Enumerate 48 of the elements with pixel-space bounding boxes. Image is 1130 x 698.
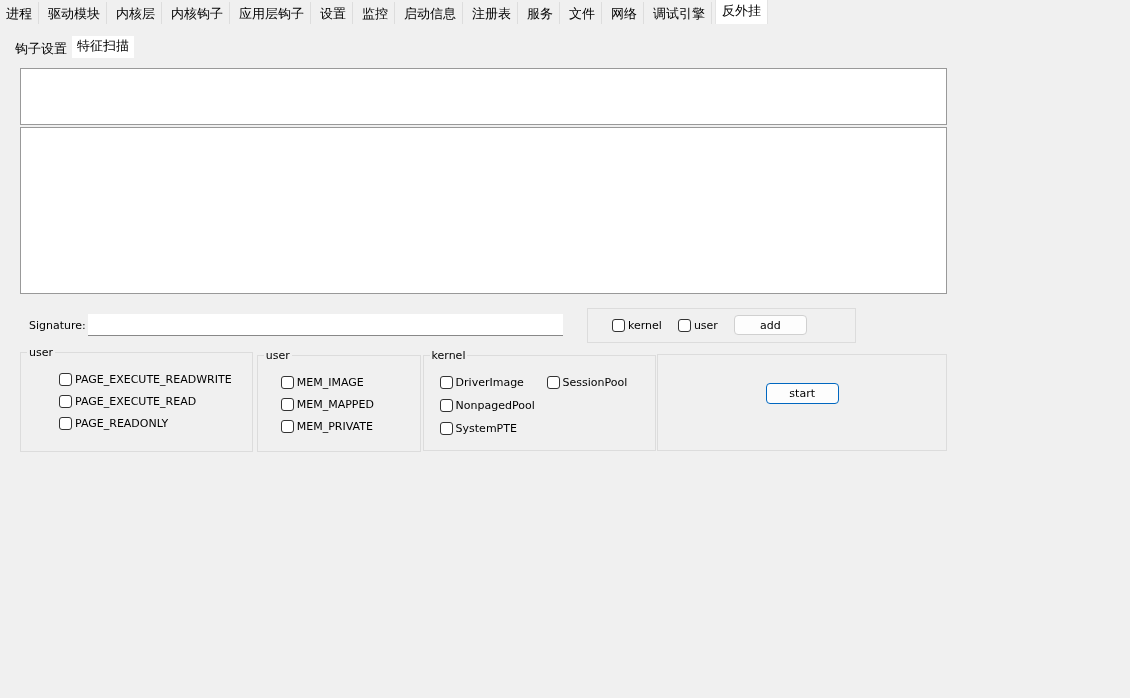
tab[interactable]: 进程: [0, 2, 39, 24]
start-button[interactable]: start: [765, 383, 839, 404]
tab[interactable]: 内核钩子: [165, 2, 230, 24]
checkbox[interactable]: [59, 372, 72, 386]
checkbox[interactable]: [439, 398, 453, 412]
checkbox-label[interactable]: SystemPTE: [455, 421, 517, 435]
tab[interactable]: 网络: [605, 2, 644, 24]
tab[interactable]: 反外挂: [715, 0, 768, 24]
checkbox-label[interactable]: MEM_IMAGE: [296, 375, 364, 389]
checkbox[interactable]: [677, 318, 691, 332]
checkbox-label[interactable]: user: [693, 318, 718, 332]
checkbox[interactable]: [439, 375, 453, 389]
text-area[interactable]: [20, 68, 947, 125]
field-label: Signature:: [29, 318, 87, 332]
checkbox-label[interactable]: DriverImage: [455, 375, 524, 389]
tab[interactable]: 驱动模块: [42, 2, 107, 24]
tab[interactable]: 注册表: [466, 2, 518, 24]
checkbox-label[interactable]: NonpagedPool: [455, 398, 535, 412]
checkbox[interactable]: [59, 394, 72, 408]
checkbox[interactable]: [280, 375, 294, 389]
tab[interactable]: 特征扫描: [72, 36, 134, 58]
checkbox-label[interactable]: PAGE_READONLY: [75, 416, 169, 430]
checkbox[interactable]: [612, 318, 625, 332]
tab[interactable]: 监控: [356, 2, 395, 24]
group-title: user: [28, 346, 54, 359]
checkbox[interactable]: [439, 421, 453, 435]
checkbox[interactable]: [59, 416, 72, 430]
checkbox-label[interactable]: MEM_MAPPED: [296, 397, 374, 411]
checkbox[interactable]: [280, 397, 294, 411]
tab[interactable]: 应用层钩子: [233, 2, 311, 24]
signature-field[interactable]: [88, 314, 563, 336]
tab[interactable]: 钩子设置: [10, 38, 72, 58]
checkbox-label[interactable]: PAGE_EXECUTE_READWRITE: [75, 372, 232, 386]
checkbox[interactable]: [546, 375, 560, 389]
tab[interactable]: 调试引擎: [647, 2, 712, 24]
group-title: user: [264, 349, 291, 362]
tab[interactable]: 文件: [563, 2, 602, 24]
checkbox-label[interactable]: MEM_PRIVATE: [296, 419, 373, 433]
checkbox-label[interactable]: SessionPool: [562, 375, 628, 389]
add-button[interactable]: add: [733, 315, 807, 335]
tab[interactable]: 服务: [521, 2, 560, 24]
checkbox-label[interactable]: PAGE_EXECUTE_READ: [75, 394, 197, 408]
tab[interactable]: 内核层: [110, 2, 162, 24]
checkbox[interactable]: [280, 419, 294, 433]
group-title: kernel: [430, 349, 467, 362]
tab[interactable]: 启动信息: [398, 2, 463, 24]
checkbox-label[interactable]: kernel: [628, 318, 662, 332]
tab[interactable]: 设置: [314, 2, 353, 24]
